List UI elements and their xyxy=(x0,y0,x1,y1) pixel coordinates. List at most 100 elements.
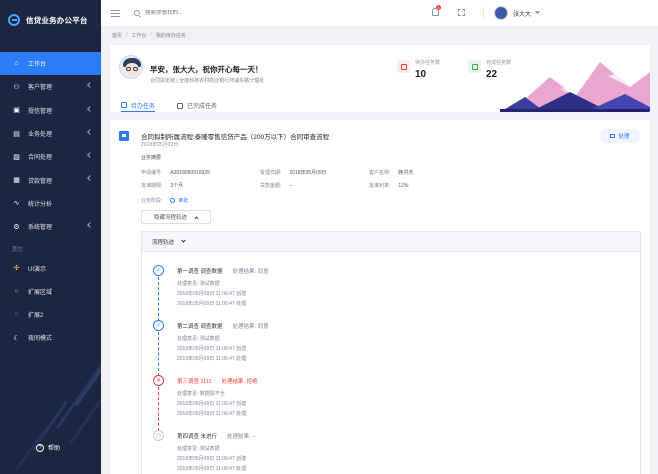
username[interactable]: 张大大 xyxy=(513,9,531,18)
handle-label: 处理 xyxy=(618,134,630,140)
step-created: 2018年05月09日 11:06:47 创建 xyxy=(177,401,247,407)
system-icon: ⚙ xyxy=(13,223,20,231)
stage-label: 业务阶段: xyxy=(141,198,163,204)
sidebar-item-credit[interactable]: ▣ 授信管理 xyxy=(0,99,101,122)
chevron-icon xyxy=(87,152,93,159)
night-icon: ☾ xyxy=(13,334,20,342)
breadcrumb-workbench[interactable]: 工作台 xyxy=(131,32,146,39)
breadcrumb-separator: / xyxy=(126,32,128,38)
flow-header[interactable]: 流程轨迹 xyxy=(142,232,640,252)
sidebar-decoration xyxy=(0,354,101,474)
sidebar-item-extend2[interactable]: ○ 扩展2 xyxy=(0,303,101,326)
edit-icon xyxy=(610,134,616,138)
mountain-illustration xyxy=(500,62,650,112)
tab-todo[interactable]: 待办任务 xyxy=(121,99,156,112)
sidebar-item-ui-demo[interactable]: ✣ UI演示 xyxy=(0,256,101,279)
field-value: 韩洪杰 xyxy=(398,170,414,176)
tab-label: 待办任务 xyxy=(131,103,156,110)
brand: 信贷业务办公平台 xyxy=(0,0,101,40)
user-position: 合同拟定岗 | 全能科技农村商业银行环湖东路分理处 xyxy=(150,78,265,84)
breadcrumb-current: 我的待办任务 xyxy=(155,32,186,39)
step-opinion: 处理意见: 数据损不全 xyxy=(177,391,225,397)
step-handled: 2018年05月09日 11:06:47 处理 xyxy=(177,301,247,307)
sidebar-menu: ⌂ 工作台 ⚇ 客户管理 ▣ 授信管理 ▤ 业务处理 ▧ 合同处理 ▦ 贷款管理 xyxy=(0,52,101,350)
sidebar-item-label: UI演示 xyxy=(28,266,47,273)
step-title: 第一调查 调查数据 处理结果: 同意 xyxy=(177,269,269,275)
field-value: 3个月 xyxy=(170,183,184,189)
summary-label: 业务摘要 xyxy=(141,155,162,161)
sidebar-item-customer[interactable]: ⚇ 客户管理 xyxy=(0,75,101,98)
avatar[interactable] xyxy=(494,6,508,20)
field-label: 申请编号: xyxy=(141,170,163,176)
field-value: A2018050910925 xyxy=(170,170,210,176)
help-button[interactable]: ? 帮助 xyxy=(36,443,60,452)
sidebar-item-workbench[interactable]: ⌂ 工作台 xyxy=(0,52,101,76)
hide-flow-button[interactable]: 隐藏流程轨迹 xyxy=(141,210,211,224)
step-handled: 2018年05月09日 11:06:47 处理 xyxy=(177,356,247,362)
loan-icon: ▦ xyxy=(13,177,20,185)
step-opinion: 处理意见: 测试数据 xyxy=(177,446,220,452)
logo-icon xyxy=(8,14,20,26)
task-title[interactable]: 合同拟制所属流程:泰隆零售信贷产品（200万以下）合同审查流程 xyxy=(141,131,329,141)
user-avatar xyxy=(119,55,143,79)
brand-title: 信贷业务办公平台 xyxy=(26,15,88,25)
pending-icon: ◷ xyxy=(153,430,164,441)
step-handled: 2018年05月09日 11:06:47 处理 xyxy=(177,466,247,472)
close-icon: ✕ xyxy=(153,375,164,386)
field-label: 客户名称: xyxy=(369,170,391,176)
notification-badge: 5 xyxy=(436,5,441,10)
sidebar-item-night[interactable]: ☾ 夜间模式 xyxy=(0,326,101,349)
help-icon: ? xyxy=(36,443,44,452)
greeting-text: 早安，张大大，祝你开心每一天！ xyxy=(150,65,263,74)
fullscreen-icon[interactable] xyxy=(458,9,465,16)
breadcrumb-home[interactable]: 首页 xyxy=(112,32,122,39)
handle-button[interactable]: 处理 xyxy=(600,129,640,143)
field-customer: 客户名称: 韩洪杰 xyxy=(369,169,413,176)
extend2-icon: ○ xyxy=(14,311,19,319)
chevron-icon xyxy=(87,222,93,228)
toggle-label: 隐藏流程轨迹 xyxy=(153,215,187,221)
sidebar-item-label: 贷款管理 xyxy=(28,178,53,185)
field-value: -- xyxy=(289,183,293,189)
tab-done[interactable]: 已完成任务 xyxy=(177,99,217,112)
done-icon xyxy=(468,60,481,73)
list-icon xyxy=(177,102,184,109)
sidebar-item-contract[interactable]: ▧ 合同处理 xyxy=(0,145,101,168)
top-header xyxy=(101,0,658,27)
sidebar-item-label: 授信管理 xyxy=(28,108,53,115)
step-opinion: 处理意见: 测试数据 xyxy=(177,336,220,342)
sidebar-item-label: 合同处理 xyxy=(28,155,53,162)
field-label: 贷款金额: xyxy=(260,183,282,189)
search-input[interactable] xyxy=(145,10,265,16)
chevron-icon xyxy=(87,82,93,89)
divider xyxy=(483,7,484,19)
chevron-up-icon xyxy=(194,215,199,221)
step-created: 2018年05月09日 11:06:47 创建 xyxy=(177,456,247,462)
welcome-panel: 早安，张大大，祝你开心每一天！ 合同拟定岗 | 全能科技农村商业银行环湖东路分理… xyxy=(110,45,650,112)
list-icon xyxy=(121,102,127,108)
sidebar: 信贷业务办公平台 ⌂ 工作台 ⚇ 客户管理 ▣ 授信管理 ▤ 业务处理 ▧ 合同… xyxy=(0,0,101,474)
breadcrumb-separator: / xyxy=(150,32,152,38)
field-label: 批准期限: xyxy=(141,183,163,189)
check-icon: ✓ xyxy=(153,265,164,276)
field-value: 12% xyxy=(398,183,409,189)
sidebar-item-system[interactable]: ⚙ 系统管理 xyxy=(0,215,101,238)
field-rate: 批准利率: 12% xyxy=(369,182,408,189)
sidebar-item-business[interactable]: ▤ 业务处理 xyxy=(0,122,101,145)
stat-label: 待办任务数 xyxy=(415,60,441,66)
chevron-icon xyxy=(87,129,93,135)
extend-icon: ○ xyxy=(14,287,19,295)
step-opinion: 处理意见: 测试数据 xyxy=(177,281,220,287)
customer-icon: ⚇ xyxy=(13,83,20,91)
field-label: 批准利率: xyxy=(369,183,391,189)
sidebar-item-extend[interactable]: ○ 扩展区域 xyxy=(0,280,101,303)
sidebar-item-loan[interactable]: ▦ 贷款管理 xyxy=(0,168,101,191)
task-card: 合同拟制所属流程:泰隆零售信贷产品（200万以下）合同审查流程 2018年05月… xyxy=(110,120,650,474)
step-title: 第三调查 1111 处理结果: 拒绝 xyxy=(177,379,258,385)
sidebar-item-label: 夜间模式 xyxy=(28,336,53,343)
field-apply-no: 申请编号: A2018050910925 xyxy=(141,169,210,176)
task-tabs: 待办任务 已完成任务 xyxy=(121,99,239,112)
sidebar-item-stats[interactable]: ∿ 统计分析 xyxy=(0,192,101,215)
menu-toggle-icon[interactable] xyxy=(111,9,120,17)
stage-text: 审批 xyxy=(178,198,189,204)
